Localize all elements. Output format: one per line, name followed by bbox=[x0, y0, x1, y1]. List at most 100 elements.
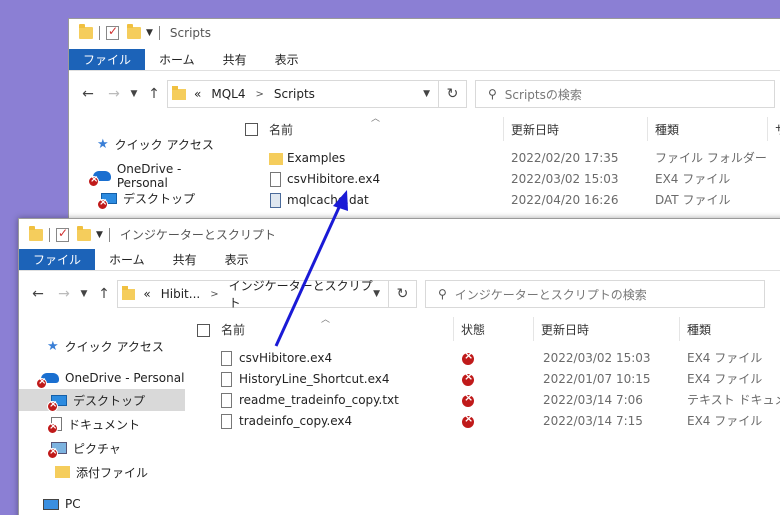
customize-dropdown-icon[interactable]: ▼ bbox=[146, 28, 153, 38]
properties-check-icon[interactable] bbox=[56, 226, 69, 242]
address-bar[interactable]: « MQL4 > Scripts ▼ bbox=[167, 80, 439, 108]
explorer-window-indicators-scripts: ▼ インジケーターとスクリプト ファイル ホーム 共有 表示 ← → ▼ ↑ «… bbox=[18, 218, 780, 515]
navigation-bar: ← → ▼ ↑ « MQL4 > Scripts ▼ ↻ ⚲ Scriptsの検… bbox=[69, 77, 780, 111]
recent-dropdown-icon[interactable]: ▼ bbox=[77, 289, 91, 299]
up-arrow-icon[interactable]: ↑ bbox=[91, 286, 117, 302]
tab-home[interactable]: ホーム bbox=[95, 249, 159, 270]
tab-file[interactable]: ファイル bbox=[69, 49, 146, 70]
back-arrow-icon[interactable]: ← bbox=[25, 286, 51, 302]
column-header-name[interactable]: 名前 bbox=[269, 119, 293, 141]
file-row[interactable]: tradeinfo_copy.ex4 2022/03/14 7:15 EX4 フ… bbox=[185, 411, 780, 432]
breadcrumb-overflow[interactable]: « bbox=[194, 87, 201, 101]
breadcrumb-overflow[interactable]: « bbox=[143, 287, 150, 301]
column-divider[interactable] bbox=[647, 117, 648, 141]
breadcrumb-item-indicators[interactable]: インジケーターとスクリプト bbox=[229, 277, 378, 311]
file-row[interactable]: csvHibitore.ex4 2022/03/02 15:03 EX4 ファイ… bbox=[185, 348, 780, 369]
file-icon bbox=[221, 414, 232, 429]
breadcrumb-item-scripts[interactable]: Scripts bbox=[274, 87, 315, 101]
column-divider[interactable] bbox=[503, 117, 504, 141]
chevron-down-icon[interactable]: ▼ bbox=[423, 89, 430, 99]
column-header-type[interactable]: 種類 bbox=[687, 319, 711, 341]
refresh-icon[interactable]: ↻ bbox=[439, 80, 467, 108]
file-icon bbox=[221, 372, 232, 387]
navigation-pane: ★ クイック アクセス OneDrive - Personal デスクトップ ド… bbox=[19, 315, 185, 515]
file-row[interactable]: mqlcache.dat 2022/04/20 16:26 DAT ファイル bbox=[235, 190, 780, 211]
onedrive-cloud-icon bbox=[36, 373, 59, 389]
recent-dropdown-icon[interactable]: ▼ bbox=[127, 89, 141, 99]
chevron-right-icon[interactable]: > bbox=[210, 289, 218, 300]
tab-view[interactable]: 表示 bbox=[211, 249, 263, 270]
breadcrumb-item-mql4[interactable]: MQL4 bbox=[211, 87, 245, 101]
address-bar[interactable]: « Hibit... > インジケーターとスクリプト ▼ bbox=[117, 277, 389, 311]
nav-item-onedrive[interactable]: OneDrive - Personal bbox=[69, 162, 235, 190]
tab-home[interactable]: ホーム bbox=[145, 49, 209, 70]
back-arrow-icon[interactable]: ← bbox=[75, 86, 101, 102]
nav-label: ドキュメント bbox=[68, 417, 141, 432]
customize-dropdown-icon[interactable]: ▼ bbox=[96, 230, 103, 240]
folder-icon[interactable] bbox=[79, 24, 93, 39]
tab-share[interactable]: 共有 bbox=[159, 249, 211, 270]
select-all-checkbox[interactable] bbox=[197, 324, 210, 337]
file-row[interactable]: csvHibitore.ex4 2022/03/02 15:03 EX4 ファイ… bbox=[235, 169, 780, 190]
column-header-name[interactable]: 名前 bbox=[221, 319, 245, 341]
nav-item-pictures[interactable]: ピクチャ bbox=[19, 437, 185, 459]
title-bar: ▼ インジケーターとスクリプト bbox=[19, 219, 780, 249]
folder-icon[interactable] bbox=[29, 225, 43, 241]
new-folder-icon[interactable] bbox=[127, 24, 141, 39]
nav-item-pc[interactable]: PC bbox=[19, 493, 185, 515]
properties-check-icon[interactable] bbox=[106, 24, 119, 40]
sort-ascending-icon: ︿ bbox=[321, 315, 331, 325]
search-icon: ⚲ bbox=[488, 87, 497, 101]
file-date: 2022/03/02 15:03 bbox=[543, 351, 651, 365]
file-date: 2022/01/07 10:15 bbox=[543, 372, 651, 386]
column-divider[interactable] bbox=[767, 117, 768, 141]
column-divider[interactable] bbox=[533, 317, 534, 341]
sync-error-icon bbox=[462, 370, 474, 386]
star-icon: ★ bbox=[97, 136, 109, 152]
nav-label: 添付ファイル bbox=[76, 465, 149, 480]
tab-view[interactable]: 表示 bbox=[261, 49, 313, 70]
sync-error-icon bbox=[36, 376, 47, 389]
up-arrow-icon[interactable]: ↑ bbox=[141, 86, 167, 102]
nav-item-documents[interactable]: ドキュメント bbox=[19, 413, 185, 435]
refresh-icon[interactable]: ↻ bbox=[389, 280, 417, 308]
file-type: EX4 ファイル bbox=[687, 372, 763, 386]
documents-icon bbox=[47, 417, 62, 434]
nav-item-attachments[interactable]: 添付ファイル bbox=[19, 461, 185, 483]
file-row[interactable]: HistoryLine_Shortcut.ex4 2022/01/07 10:1… bbox=[185, 369, 780, 390]
column-header-date[interactable]: 更新日時 bbox=[541, 319, 589, 341]
select-all-checkbox[interactable] bbox=[245, 123, 258, 136]
column-header-date[interactable]: 更新日時 bbox=[511, 119, 559, 141]
nav-item-desktop[interactable]: デスクトップ bbox=[69, 187, 235, 210]
window-title: インジケーターとスクリプト bbox=[119, 228, 276, 242]
column-divider[interactable] bbox=[679, 317, 680, 341]
nav-item-quick-access[interactable]: ★ クイック アクセス bbox=[69, 133, 235, 155]
pc-icon bbox=[43, 498, 59, 510]
sort-ascending-icon: ︿ bbox=[371, 114, 381, 124]
forward-arrow-icon[interactable]: → bbox=[101, 86, 127, 102]
new-folder-icon[interactable] bbox=[77, 225, 91, 241]
chevron-right-icon[interactable]: > bbox=[255, 89, 263, 100]
nav-item-onedrive[interactable]: OneDrive - Personal bbox=[19, 367, 185, 389]
column-divider[interactable] bbox=[453, 317, 454, 341]
tab-file[interactable]: ファイル bbox=[19, 249, 96, 270]
navigation-bar: ← → ▼ ↑ « Hibit... > インジケーターとスクリプト ▼ ↻ ⚲… bbox=[19, 277, 780, 311]
breadcrumb-item-hibit[interactable]: Hibit... bbox=[161, 287, 200, 301]
search-input[interactable]: ⚲ Scriptsの検索 bbox=[475, 80, 775, 108]
dat-file-icon bbox=[270, 193, 281, 208]
nav-item-quick-access[interactable]: ★ クイック アクセス bbox=[19, 335, 185, 357]
column-header-type[interactable]: 種類 bbox=[655, 119, 679, 141]
search-input[interactable]: ⚲ インジケーターとスクリプトの検索 bbox=[425, 280, 765, 308]
sync-error-icon bbox=[88, 174, 99, 187]
chevron-down-icon[interactable]: ▼ bbox=[373, 289, 380, 299]
file-date: 2022/03/14 7:06 bbox=[543, 393, 643, 407]
nav-item-desktop[interactable]: デスクトップ bbox=[19, 389, 185, 412]
forward-arrow-icon[interactable]: → bbox=[51, 286, 77, 302]
file-row[interactable]: Examples 2022/02/20 17:35 ファイル フォルダー bbox=[235, 148, 780, 169]
file-row[interactable]: readme_tradeinfo_copy.txt 2022/03/14 7:0… bbox=[185, 390, 780, 411]
tab-share[interactable]: 共有 bbox=[209, 49, 261, 70]
column-header-status[interactable]: 状態 bbox=[461, 319, 485, 341]
column-header-size[interactable]: サ bbox=[775, 119, 780, 141]
folder-icon bbox=[55, 466, 70, 478]
folder-icon bbox=[122, 285, 136, 300]
